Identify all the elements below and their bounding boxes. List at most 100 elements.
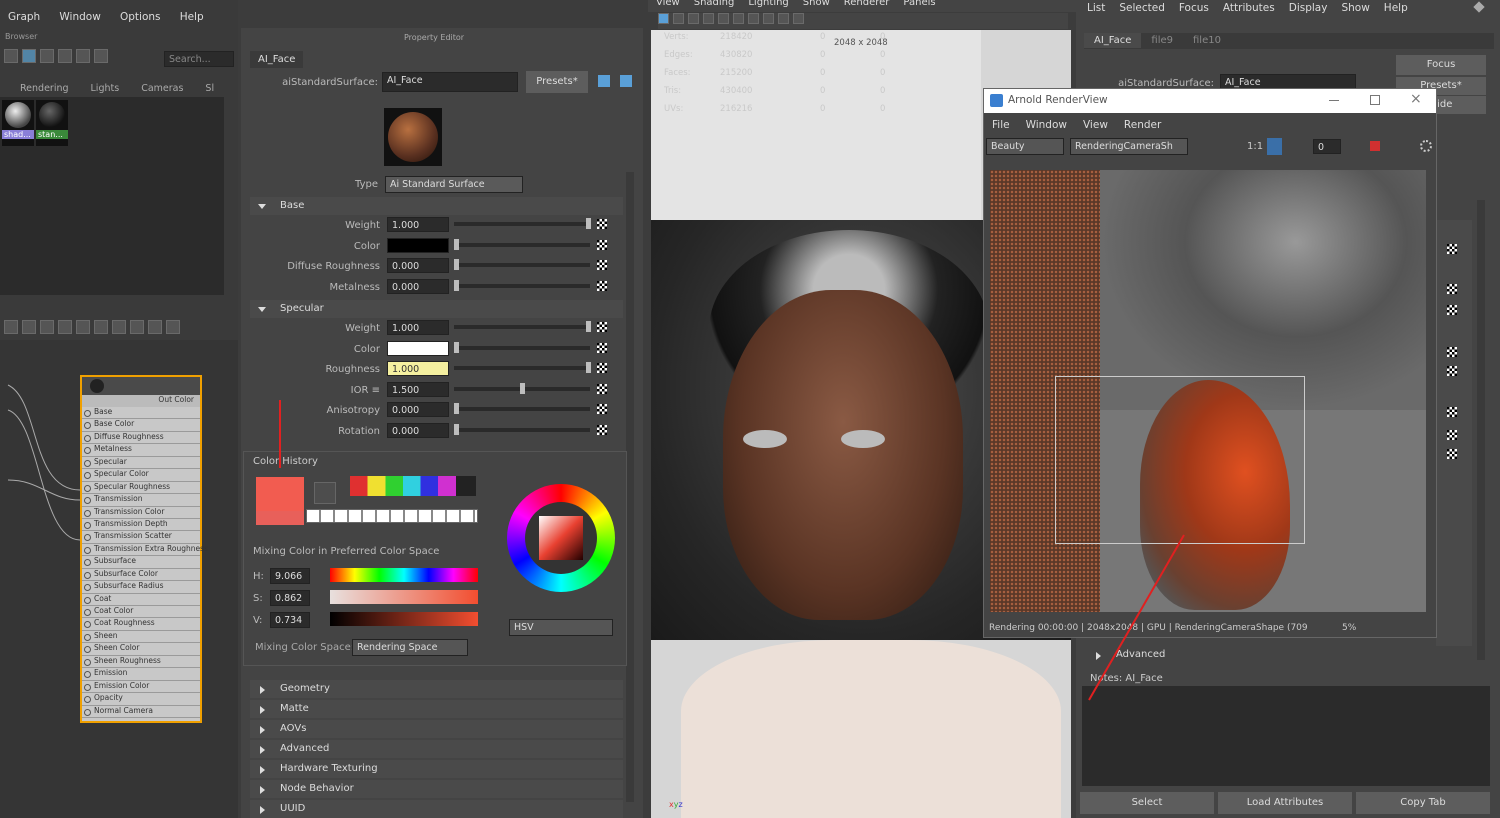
ae-map-icon-4[interactable] xyxy=(1447,347,1457,357)
eyedropper-icon[interactable] xyxy=(314,482,336,504)
ratio-label[interactable]: 1:1 xyxy=(1247,141,1263,152)
slider-knob[interactable] xyxy=(454,238,459,250)
s-field[interactable]: 0.862 xyxy=(270,590,310,606)
prop-slider[interactable] xyxy=(454,407,590,411)
node-attr[interactable]: Sheen Roughness xyxy=(82,655,200,669)
toolbar-icon-4[interactable] xyxy=(58,49,72,63)
ae-focus-button[interactable]: Focus xyxy=(1396,55,1486,75)
ae-tab[interactable]: file10 xyxy=(1183,33,1231,48)
color-wheel[interactable] xyxy=(507,484,615,592)
map-button-icon[interactable] xyxy=(597,424,607,435)
aov-dropdown[interactable]: Beauty xyxy=(986,138,1064,155)
section-uuid[interactable]: UUID xyxy=(250,800,623,818)
color-mode-dropdown[interactable]: HSV xyxy=(509,619,613,636)
exposure-field[interactable]: 0 xyxy=(1313,139,1341,154)
map-button-icon[interactable] xyxy=(597,404,607,414)
slider-knob[interactable] xyxy=(586,321,591,332)
node-attr[interactable]: Diffuse Roughness xyxy=(82,431,200,445)
render-stop-icon[interactable] xyxy=(1370,141,1380,151)
graph-icon-2[interactable] xyxy=(22,320,36,334)
ae-menu-item[interactable]: Selected xyxy=(1119,2,1165,14)
rv-menu-item[interactable]: Render xyxy=(1124,119,1161,131)
color-history-swatches[interactable] xyxy=(306,509,478,523)
prop-slider[interactable] xyxy=(454,345,590,350)
color-palette[interactable] xyxy=(350,476,476,496)
toolbar-icon-3[interactable] xyxy=(40,49,54,63)
vp-icon-1[interactable] xyxy=(658,13,669,24)
toolbar-icon-1[interactable] xyxy=(4,49,18,63)
map-button-icon[interactable] xyxy=(597,383,607,394)
node-attr[interactable]: Base xyxy=(82,407,200,420)
rv-menu-item[interactable]: View xyxy=(1083,119,1108,131)
node-attr[interactable]: Emission Color xyxy=(82,680,200,694)
node-attr[interactable]: Base Color xyxy=(82,419,200,432)
ae-menu-item[interactable]: List xyxy=(1087,2,1105,14)
node-attr[interactable]: Normal Camera xyxy=(82,705,200,718)
ae-map-icon-2[interactable] xyxy=(1447,284,1457,294)
vp-icon-10[interactable] xyxy=(793,13,804,24)
node-out-color[interactable]: Out Color xyxy=(82,395,200,407)
ae-select-button[interactable]: Select xyxy=(1080,792,1214,814)
pe-swap-icon[interactable] xyxy=(620,75,632,87)
ae-map-icon-6[interactable] xyxy=(1447,407,1457,417)
current-color-swatch[interactable] xyxy=(256,477,304,525)
pe-copy-icon[interactable] xyxy=(598,75,610,87)
prop-slider[interactable] xyxy=(454,242,590,247)
prop-value-field[interactable]: 1.000 xyxy=(387,320,449,335)
graph-icon-6[interactable] xyxy=(94,320,108,334)
menu-window[interactable]: Window xyxy=(59,11,100,23)
slider-knob[interactable] xyxy=(454,423,459,435)
menu-options[interactable]: Options xyxy=(120,11,161,23)
tab-cameras[interactable]: Cameras xyxy=(141,83,183,94)
v-field[interactable]: 0.734 xyxy=(270,612,310,628)
graph-icon-5[interactable] xyxy=(76,320,90,334)
color-swatch-field[interactable] xyxy=(387,340,449,356)
color-square[interactable] xyxy=(525,502,597,574)
pe-scrollbar[interactable] xyxy=(626,172,634,802)
vp-icon-9[interactable] xyxy=(778,13,789,24)
vp-icon-6[interactable] xyxy=(733,13,744,24)
section-geometry[interactable]: Geometry xyxy=(250,680,623,698)
ae-menu-item[interactable]: Focus xyxy=(1179,2,1209,14)
section-matte[interactable]: Matte xyxy=(250,700,623,718)
v-gradient-slider[interactable] xyxy=(330,612,478,626)
prop-slider[interactable] xyxy=(454,325,590,329)
slider-knob[interactable] xyxy=(586,362,591,373)
node-attr[interactable]: Subsurface xyxy=(82,556,200,569)
node-attr[interactable]: Opacity xyxy=(82,693,200,706)
ae-map-icon-3[interactable] xyxy=(1447,305,1457,315)
s-gradient-slider[interactable] xyxy=(330,590,478,604)
prop-value-field[interactable]: 0.000 xyxy=(387,422,449,438)
prop-slider[interactable] xyxy=(454,263,590,267)
toolbar-icon-6[interactable] xyxy=(94,49,108,63)
saturation-value-box[interactable] xyxy=(539,516,583,560)
prop-value-field[interactable]: 1.000 xyxy=(387,361,449,376)
ae-map-icon-8[interactable] xyxy=(1447,449,1457,459)
node-attr[interactable]: Transmission Extra Roughness xyxy=(82,543,208,557)
vp-menu-item[interactable]: Shading xyxy=(694,0,735,8)
type-dropdown[interactable]: Ai Standard Surface xyxy=(385,176,523,193)
ae-menu-item[interactable]: Attributes xyxy=(1223,2,1275,14)
prop-slider[interactable] xyxy=(454,283,590,288)
graph-icon-4[interactable] xyxy=(58,320,72,334)
render-region-box[interactable] xyxy=(1055,376,1305,544)
map-button-icon[interactable] xyxy=(597,239,607,250)
section-specular[interactable]: Specular xyxy=(250,300,623,318)
vp-menu-item[interactable]: Lighting xyxy=(748,0,788,8)
rv-menu-item[interactable]: File xyxy=(992,119,1010,131)
node-attr[interactable]: Sheen Color xyxy=(82,643,200,656)
menu-graph[interactable]: Graph xyxy=(8,11,40,23)
render-settings-icon[interactable] xyxy=(1420,140,1432,152)
prop-value-field[interactable]: 1.500 xyxy=(387,381,449,397)
ae-map-icon-5[interactable] xyxy=(1447,366,1457,376)
section-base[interactable]: Base xyxy=(250,197,623,215)
vp-menu-item[interactable]: Renderer xyxy=(844,0,890,8)
region-icon[interactable] xyxy=(1267,138,1282,155)
ae-menu-item[interactable]: Help xyxy=(1384,2,1408,14)
section-advanced[interactable]: Advanced xyxy=(250,740,623,758)
toolbar-icon-2[interactable] xyxy=(22,49,36,63)
node-attr[interactable]: Coat Roughness xyxy=(82,618,200,631)
ae-tab[interactable]: file9 xyxy=(1141,33,1183,48)
node-attr[interactable]: Subsurface Radius xyxy=(82,581,200,594)
color-swatch-field[interactable] xyxy=(387,237,449,253)
